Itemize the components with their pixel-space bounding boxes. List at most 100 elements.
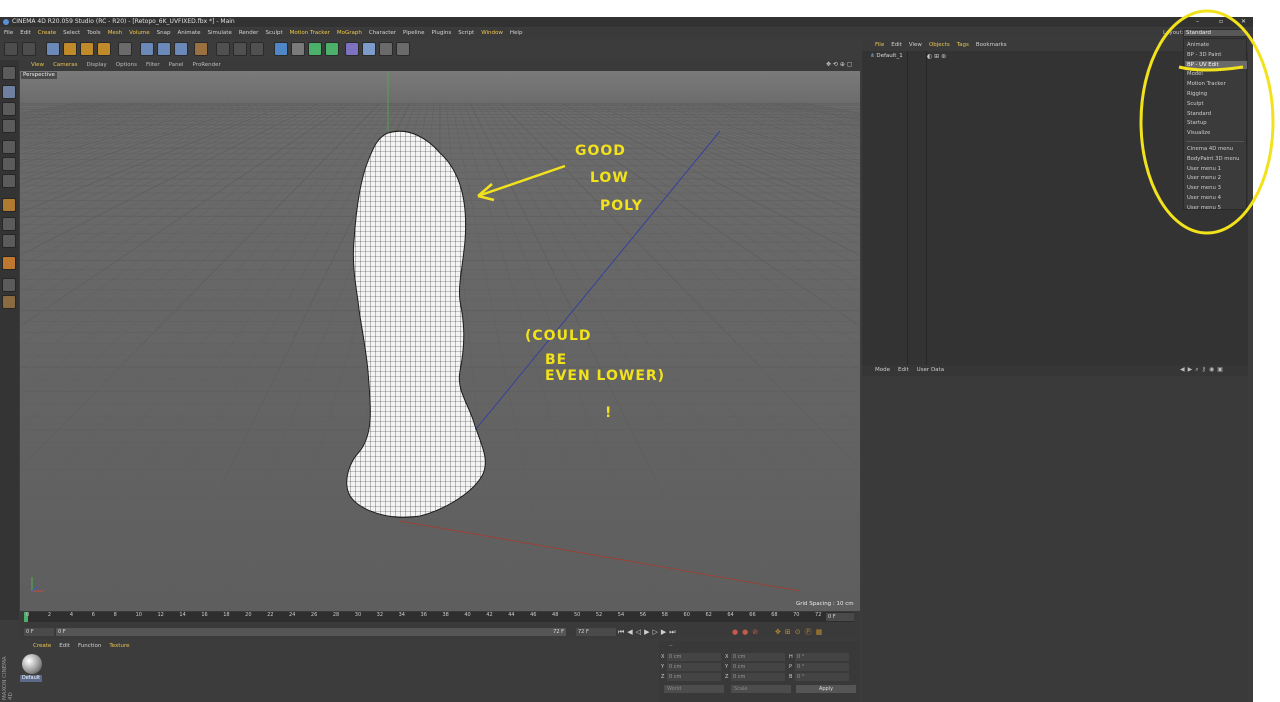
menu-file[interactable]: File <box>4 28 13 39</box>
object-row[interactable]: ⋔ Default_1 <box>870 53 903 59</box>
subdivision-icon[interactable] <box>308 42 322 56</box>
menu-character[interactable]: Character <box>369 28 396 39</box>
camera-icon[interactable] <box>379 42 393 56</box>
object-menu-tags[interactable]: Tags <box>957 40 969 51</box>
model-mode-icon[interactable] <box>2 85 16 99</box>
floor-icon[interactable] <box>362 42 376 56</box>
menu-animate[interactable]: Animate <box>177 28 200 39</box>
coordinate-system-icon[interactable] <box>194 42 208 56</box>
menu-render[interactable]: Render <box>239 28 259 39</box>
menu-motion-tracker[interactable]: Motion Tracker <box>290 28 330 39</box>
pen-spline-icon[interactable] <box>291 42 305 56</box>
menu-sculpt[interactable]: Sculpt <box>265 28 282 39</box>
rotate-icon[interactable] <box>97 42 111 56</box>
apply-button[interactable]: Apply <box>796 685 856 693</box>
viewport-nav-icons[interactable]: ✥ ⟲ ⊕ ▢ <box>826 61 852 68</box>
object-tags[interactable]: ◐ ⊞ ⊛ <box>927 53 946 60</box>
render-to-picture-viewer-icon[interactable] <box>233 42 247 56</box>
menu-plugins[interactable]: Plugins <box>432 28 452 39</box>
coord-value-field[interactable]: 0 cm <box>731 653 785 661</box>
current-frame-field[interactable]: 0 F <box>826 613 854 621</box>
attribute-menu-user-data[interactable]: User Data <box>917 365 944 376</box>
workplane-mode-icon[interactable] <box>2 119 16 133</box>
key-mode-icons[interactable]: ✥⊞⊙Ⓟ▦ <box>775 627 826 637</box>
coord-value-field[interactable]: 0 cm <box>667 663 721 671</box>
menu-help[interactable]: Help <box>510 28 523 39</box>
viewport-menu-filter[interactable]: Filter <box>146 60 160 71</box>
x-axis-lock-icon[interactable] <box>140 42 154 56</box>
viewport-menu-display[interactable]: Display <box>87 60 107 71</box>
redo-icon[interactable] <box>22 42 36 56</box>
material-menu-create[interactable]: Create <box>33 641 51 651</box>
menu-pipeline[interactable]: Pipeline <box>403 28 425 39</box>
live-selection-icon[interactable] <box>46 42 60 56</box>
solo-mode-icon[interactable] <box>2 234 16 248</box>
recent-tool-icon[interactable] <box>118 42 132 56</box>
points-mode-icon[interactable] <box>2 140 16 154</box>
z-axis-lock-icon[interactable] <box>174 42 188 56</box>
viewport-menu-cameras[interactable]: Cameras <box>53 60 77 71</box>
object-menu-edit[interactable]: Edit <box>891 40 902 51</box>
menu-volume[interactable]: Volume <box>129 28 149 39</box>
coord-value-field[interactable]: 0 cm <box>731 673 785 681</box>
attribute-menu-mode[interactable]: Mode <box>875 365 890 376</box>
texture-mode-icon[interactable] <box>2 102 16 116</box>
material-menu-texture[interactable]: Texture <box>109 641 129 651</box>
edges-mode-icon[interactable] <box>2 157 16 171</box>
coord-value-field[interactable]: 0 ° <box>795 673 849 681</box>
perspective-viewport[interactable] <box>20 71 860 611</box>
coord-value-field[interactable]: 0 ° <box>795 663 849 671</box>
viewport-menu-prorender[interactable]: ProRender <box>193 60 221 71</box>
menu-mesh[interactable]: Mesh <box>108 28 122 39</box>
undo-icon[interactable] <box>4 42 18 56</box>
cube-icon[interactable] <box>274 42 288 56</box>
object-menu-view[interactable]: View <box>909 40 922 51</box>
object-menu-bookmarks[interactable]: Bookmarks <box>976 40 1007 51</box>
polygons-mode-icon[interactable] <box>2 174 16 188</box>
timeline-ruler[interactable]: 0 2 4 6 8 10 12 14 16 18 20 22 24 26 28 30 32 34 36 38 40 42 4… <box>20 611 860 625</box>
locked-workplane-icon[interactable] <box>2 295 16 309</box>
menu-snap[interactable]: Snap <box>157 28 171 39</box>
snapping-icon[interactable] <box>2 256 16 270</box>
render-view-icon[interactable] <box>216 42 230 56</box>
enable-axis-icon[interactable] <box>2 198 16 212</box>
coord-value-field[interactable]: 0 cm <box>667 673 721 681</box>
deformer-icon[interactable] <box>345 42 359 56</box>
attribute-nav-icons[interactable]: ◀▶⌕⚷◉▣ <box>1180 366 1226 374</box>
size-mode-select[interactable]: Scale <box>731 685 791 693</box>
make-editable-icon[interactable] <box>2 66 16 80</box>
end-frame-field[interactable]: 72 F <box>576 628 616 636</box>
attribute-menu-edit[interactable]: Edit <box>898 365 909 376</box>
object-name[interactable]: Default_1 <box>876 53 902 59</box>
tweak-mode-icon[interactable] <box>2 217 16 231</box>
coord-value-field[interactable]: 0 cm <box>667 653 721 661</box>
menu-mograph[interactable]: MoGraph <box>337 28 362 39</box>
range-slider[interactable]: 0 F 72 F <box>56 628 566 636</box>
cloner-icon[interactable] <box>325 42 339 56</box>
viewport-menu-options[interactable]: Options <box>116 60 137 71</box>
coord-value-field[interactable]: 0 ° <box>795 653 849 661</box>
record-key-icons[interactable]: ●●⊘ <box>732 627 762 637</box>
coord-value-field[interactable]: 0 cm <box>731 663 785 671</box>
material-menu-edit[interactable]: Edit <box>59 641 70 651</box>
menu-simulate[interactable]: Simulate <box>208 28 232 39</box>
scale-icon[interactable] <box>80 42 94 56</box>
material-menu-function[interactable]: Function <box>78 641 101 651</box>
object-menu-objects[interactable]: Objects <box>929 40 950 51</box>
material-thumbnail[interactable] <box>22 654 42 674</box>
menu-select[interactable]: Select <box>63 28 80 39</box>
start-frame-field[interactable]: 0 F <box>24 628 54 636</box>
menu-window[interactable]: Window <box>481 28 503 39</box>
object-menu-file[interactable]: File <box>875 40 884 51</box>
material-name[interactable]: Default <box>20 675 42 682</box>
menu-edit[interactable]: Edit <box>20 28 31 39</box>
render-settings-icon[interactable] <box>250 42 264 56</box>
light-icon[interactable] <box>396 42 410 56</box>
menu-script[interactable]: Script <box>458 28 474 39</box>
menu-tools[interactable]: Tools <box>87 28 101 39</box>
coord-system-select[interactable]: World <box>664 685 724 693</box>
viewport-menu-view[interactable]: View <box>31 60 44 71</box>
menu-create[interactable]: Create <box>38 28 56 39</box>
move-icon[interactable] <box>63 42 77 56</box>
y-axis-lock-icon[interactable] <box>157 42 171 56</box>
